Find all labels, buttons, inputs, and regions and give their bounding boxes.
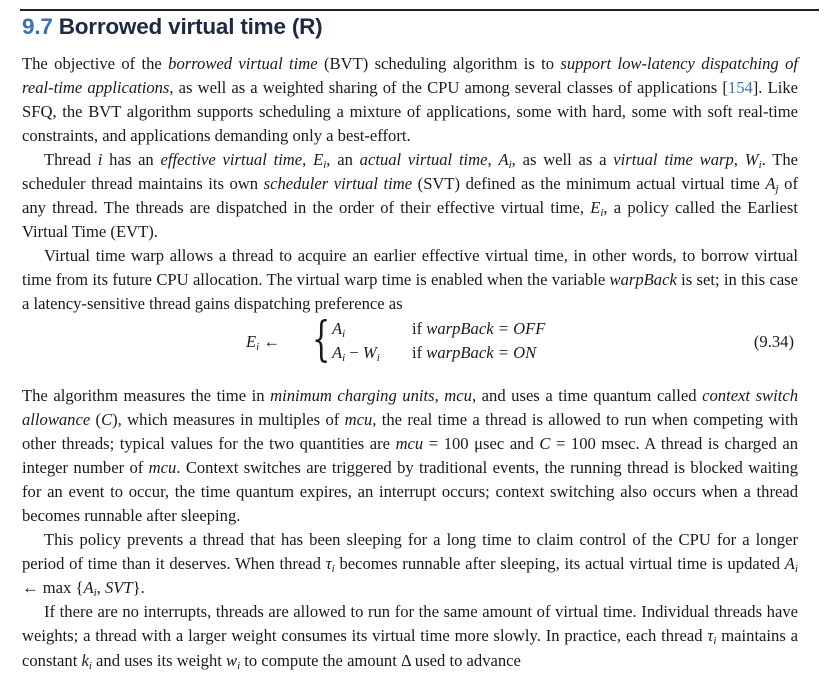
text-run: to compute the amount (240, 650, 401, 670)
paragraph-thread-times: Thread i has an effective virtual time, … (22, 148, 798, 244)
text-run: , and uses a time quantum called (471, 386, 703, 405)
section-heading: 9.7 Borrowed virtual time (R) (22, 14, 323, 40)
text-run: ), which measures in multiples of (112, 410, 345, 430)
text-run: if (412, 343, 427, 362)
text-run: − (345, 343, 363, 362)
equation-number: (9.34) (753, 332, 794, 351)
math-var: warpBack (426, 319, 494, 338)
text-run: becomes runnable after sleeping, its act… (334, 554, 785, 574)
term-borrowed-virtual-time: borrowed virtual time (168, 54, 318, 73)
paragraph-weights: If there are no interrupts, threads are … (22, 600, 798, 672)
section-title: Borrowed virtual time (R) (58, 14, 323, 39)
text-run: The objective of the (22, 54, 169, 73)
math-var: A (784, 554, 795, 574)
text-run: (BVT) scheduling algorithm is to (317, 54, 561, 73)
paragraph-objective: The objective of the borrowed virtual ti… (22, 52, 798, 148)
text-run: Thread (44, 150, 98, 170)
math-var: E (246, 332, 257, 351)
text-run: If there are no interrupts, threads are … (22, 602, 798, 646)
math-var: C (539, 434, 551, 454)
text-run: = OFF (493, 319, 546, 338)
text-run: has an (102, 150, 161, 170)
paragraph-mcu: The algorithm measures the time in minim… (22, 384, 798, 528)
text-run: = 100 μsec and (423, 434, 540, 454)
text-run: , as well as a weighted sharing of the C… (169, 78, 728, 98)
equation-9-34: Ei ← { Ai if warpBack = OFF Ai − Wi if w… (22, 311, 798, 368)
term-warpback: warpBack (609, 270, 677, 290)
case-2-condition: if warpBack = ON (412, 343, 536, 363)
term-minimum-charging-units: minimum charging units (270, 386, 435, 405)
term-effective-virtual-time: effective virtual time (160, 150, 303, 170)
text-run: , (434, 386, 445, 405)
case-1-condition: if warpBack = OFF (412, 319, 545, 339)
top-rule (20, 9, 819, 11)
math-var: mcu (344, 410, 373, 430)
math-var: mcu (444, 386, 472, 405)
paragraph-virtual-time-warp: Virtual time warp allows a thread to acq… (22, 244, 798, 316)
text-run: used to advance (410, 650, 521, 670)
body-text-lower: The algorithm measures the time in minim… (22, 384, 798, 673)
text-run: , an (326, 150, 360, 170)
math-var: W (744, 150, 759, 170)
text-run: if (412, 319, 427, 338)
text-run: , (733, 150, 738, 170)
text-run: , (96, 578, 105, 598)
text-run: , (487, 150, 499, 170)
text-run: , (302, 150, 314, 170)
math-var: A (332, 343, 343, 362)
paragraph-sleeping-policy: This policy prevents a thread that has b… (22, 528, 798, 600)
text-run: The algorithm measures the time in (22, 386, 271, 405)
text-run: }. (132, 578, 145, 598)
term-actual-virtual-time: actual virtual time (359, 150, 488, 170)
text-run: = ON (493, 343, 537, 362)
math-var: A (83, 578, 94, 598)
text-run: , as well as a (511, 150, 614, 170)
math-subscript: i (256, 341, 260, 353)
cases-brace: { (312, 311, 331, 367)
text-run: ( (90, 410, 102, 430)
math-subscript: i (376, 352, 380, 364)
math-var: A (332, 319, 343, 338)
text-run: (SVT) defined as the minimum actual virt… (412, 174, 766, 194)
math-var: E (313, 150, 324, 170)
case-1-expression: Ai (332, 319, 346, 340)
math-var: W (362, 343, 377, 362)
term-scheduler-virtual-time: scheduler virtual time (263, 174, 413, 194)
text-run: ← max { (22, 578, 84, 598)
body-text-upper: The objective of the borrowed virtual ti… (22, 52, 798, 317)
math-var: k (81, 650, 89, 670)
math-var: warpBack (426, 343, 494, 362)
section-number: 9.7 (22, 14, 53, 39)
math-var: SVT (104, 578, 133, 598)
math-var: Δ (401, 650, 411, 670)
text-run: and uses its weight (91, 650, 227, 670)
math-var: A (765, 174, 776, 194)
math-var: mcu (395, 434, 424, 454)
term-virtual-time-warp: virtual time warp (613, 150, 734, 170)
math-var: mcu (148, 458, 177, 478)
math-subscript: i (794, 563, 798, 576)
citation-link[interactable]: 154 (728, 78, 753, 97)
math-var: C (101, 410, 113, 430)
equation-lhs: Ei ← (246, 332, 280, 353)
math-var: A (498, 150, 509, 170)
case-2-expression: Ai − Wi (332, 343, 380, 364)
math-subscript: i (342, 328, 346, 340)
math-var: w (226, 650, 238, 670)
assign-arrow: ← (263, 332, 280, 351)
math-var: E (590, 198, 601, 218)
